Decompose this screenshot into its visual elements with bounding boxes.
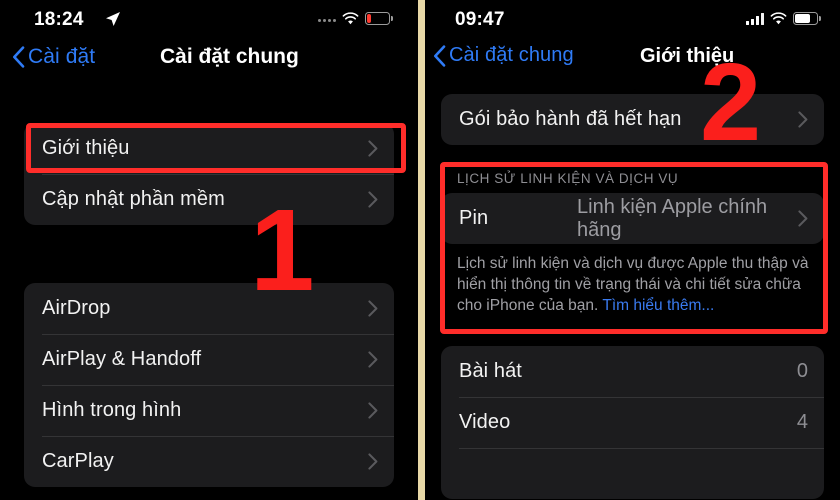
chevron-right-icon [798, 111, 808, 128]
list-item-label: Video [459, 411, 511, 433]
annotation-number-1: 1 [250, 185, 315, 315]
battery-icon [793, 12, 821, 25]
list-item-label: AirDrop [42, 297, 111, 319]
signal-dots-icon [318, 13, 336, 24]
right-phone-screen: 09:47 Cài đặt chung Giới thiệu Gói bảo h… [425, 0, 840, 500]
left-nav-bar: Cài đặt Cài đặt chung [0, 40, 418, 88]
back-button[interactable]: Cài đặt [12, 45, 95, 69]
right-status-bar: 09:47 [425, 0, 840, 40]
chevron-right-icon [368, 300, 378, 317]
list-item-airdrop[interactable]: AirDrop [24, 283, 394, 334]
left-status-bar: 18:24 [0, 0, 418, 40]
list-item-gioi-thieu[interactable]: Giới thiệu [24, 123, 394, 174]
list-item-partial [441, 448, 824, 499]
battery-low-icon [365, 12, 393, 25]
list-item-label: Hình trong hình [42, 399, 182, 421]
parts-history-card: Pin Linh kiện Apple chính hãng [441, 193, 824, 244]
list-item-airplay-handoff[interactable]: AirPlay & Handoff [24, 334, 394, 385]
back-button-label: Cài đặt chung [449, 44, 574, 66]
right-media-gap [425, 316, 840, 346]
learn-more-link[interactable]: Tìm hiểu thêm... [602, 297, 714, 314]
status-time: 09:47 [455, 9, 505, 30]
list-item-count: 4 [796, 411, 808, 433]
right-nav-bar: Cài đặt chung Giới thiệu [425, 40, 840, 88]
status-time: 18:24 [34, 9, 84, 30]
back-button[interactable]: Cài đặt chung [433, 44, 574, 67]
signal-bars-icon [746, 12, 764, 25]
list-item-label: Giới thiệu [42, 137, 130, 159]
screenshot-root: 18:24 Cài đặt Cài đặt chung Giới thiệu C… [0, 0, 840, 500]
list-item-hinh-trong-hinh[interactable]: Hình trong hình [24, 385, 394, 436]
list-item-value: Linh kiện Apple chính hãng [577, 195, 768, 241]
chevron-left-icon [13, 46, 25, 68]
list-item-label: Pin [459, 207, 489, 229]
warranty-card: Gói bảo hành đã hết hạn [441, 94, 824, 145]
left-phone-screen: 18:24 Cài đặt Cài đặt chung Giới thiệu C… [0, 0, 418, 500]
list-item-warranty[interactable]: Gói bảo hành đã hết hạn [441, 94, 824, 145]
right-status-icons [746, 12, 821, 25]
left-spacer-top [0, 88, 418, 123]
parts-history-section-header: LỊCH SỬ LINH KIỆN VÀ DỊCH VỤ [457, 171, 679, 186]
left-group-gap [0, 225, 418, 283]
list-item-count: 0 [796, 360, 808, 382]
settings-group-primary: Giới thiệu Cập nhật phần mềm [24, 123, 394, 225]
list-item-battery[interactable]: Pin Linh kiện Apple chính hãng [441, 193, 824, 244]
back-button-label: Cài đặt [28, 45, 96, 68]
chevron-right-icon [368, 453, 378, 470]
chevron-right-icon [368, 140, 378, 157]
list-item-label: Bài hát [459, 360, 522, 382]
page-title: Cài đặt chung [160, 45, 299, 68]
list-item-label: Cập nhật phần mềm [42, 188, 225, 210]
left-status-icons [318, 12, 393, 25]
annotation-number-2: 2 [700, 41, 762, 164]
list-item-cap-nhat-phan-mem[interactable]: Cập nhật phần mềm [24, 174, 394, 225]
chevron-left-icon [434, 44, 446, 67]
chevron-right-icon [368, 402, 378, 419]
right-section-gap [425, 145, 840, 157]
location-arrow-icon [106, 12, 120, 26]
list-item-videos: Video 4 [441, 397, 824, 448]
list-item-songs: Bài hát 0 [441, 346, 824, 397]
panel-divider [418, 0, 425, 500]
chevron-right-icon [798, 210, 808, 227]
settings-group-connectivity: AirDrop AirPlay & Handoff Hình trong hìn… [24, 283, 394, 487]
list-item-label: AirPlay & Handoff [42, 348, 202, 370]
chevron-right-icon [368, 191, 378, 208]
media-counts-card: Bài hát 0 Video 4 [441, 346, 824, 499]
list-item-carplay[interactable]: CarPlay [24, 436, 394, 487]
wifi-icon [770, 12, 787, 25]
list-item-label: CarPlay [42, 450, 114, 472]
wifi-icon [342, 12, 359, 25]
chevron-right-icon [368, 351, 378, 368]
parts-history-footnote: Lịch sử linh kiện và dịch vụ được Apple … [425, 244, 840, 316]
